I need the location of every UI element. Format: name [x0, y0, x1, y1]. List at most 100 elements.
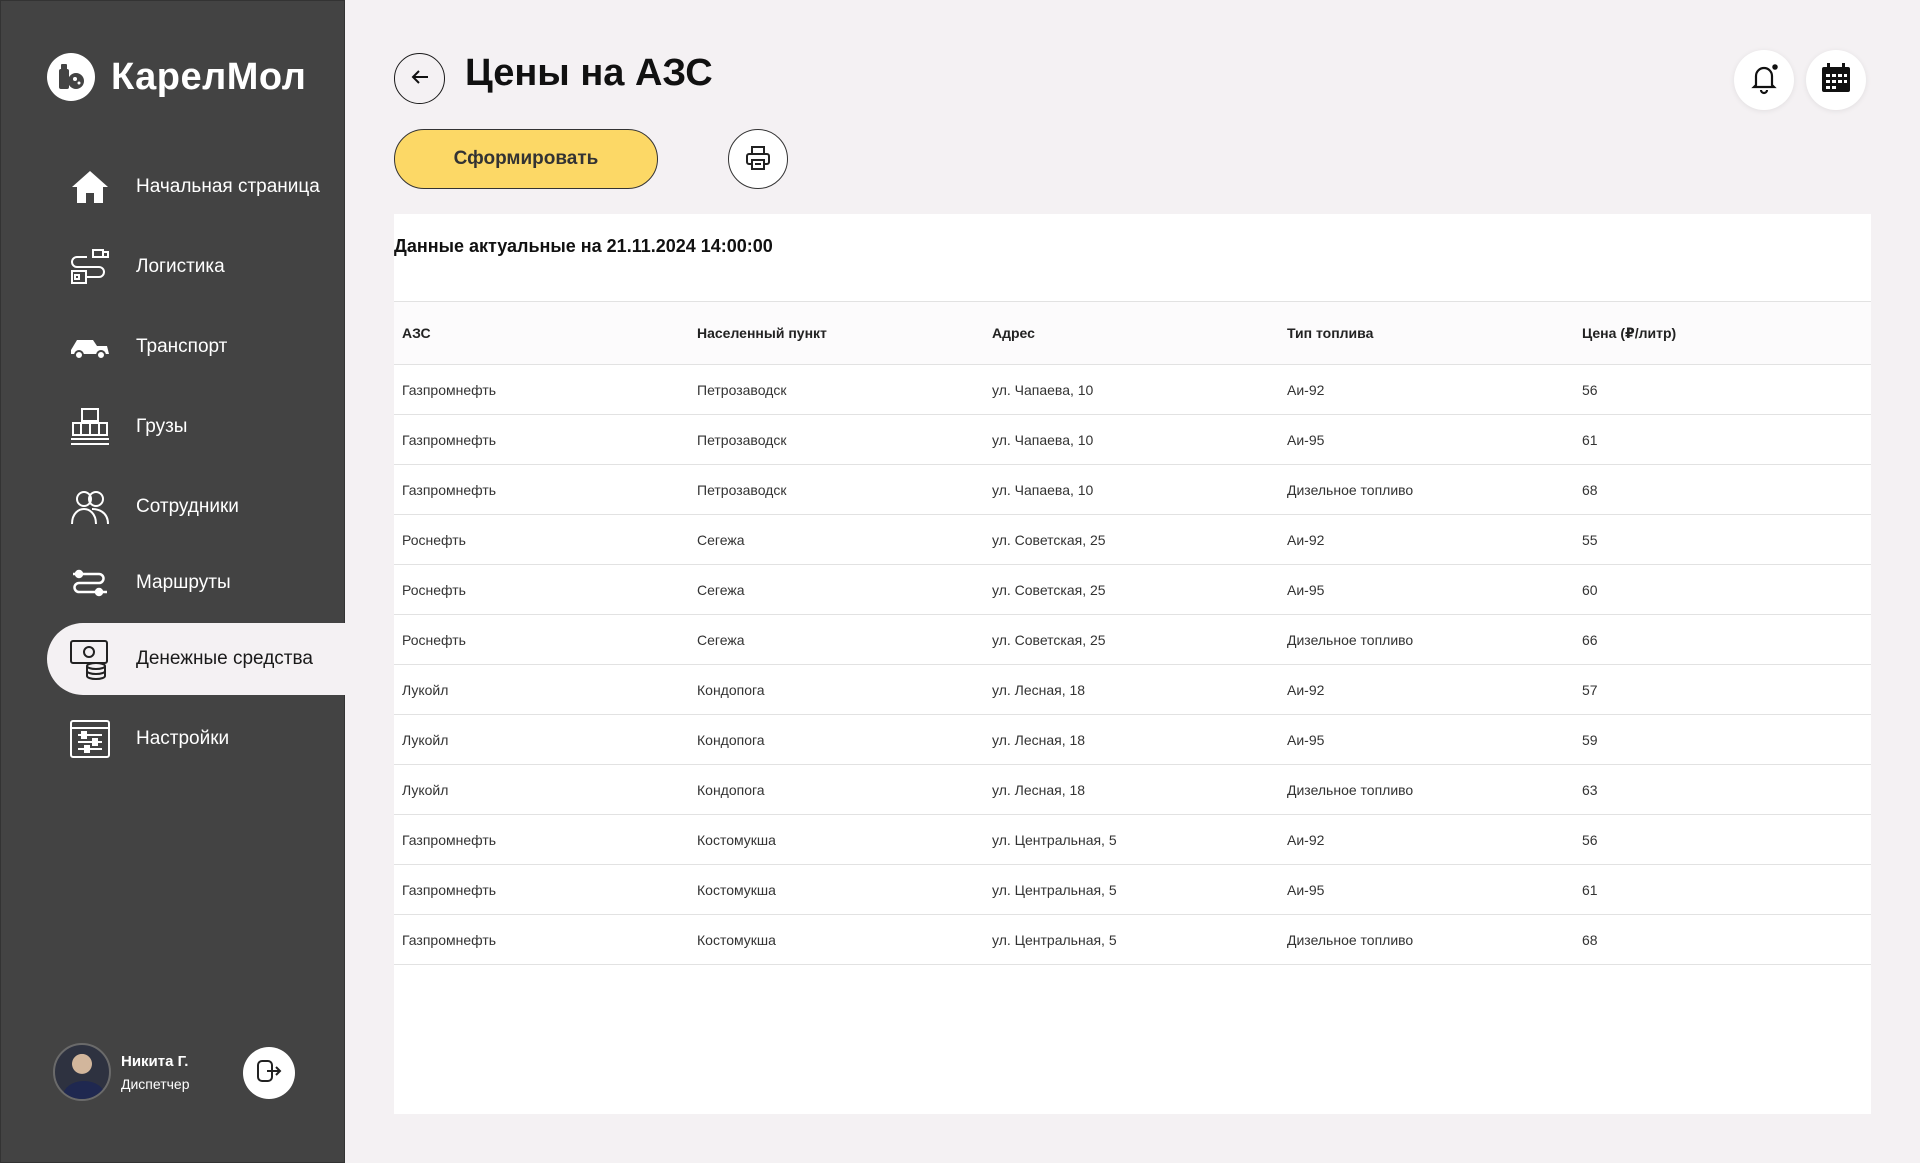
table-cell: Газпромнефть [394, 464, 689, 515]
logout-button[interactable] [243, 1047, 295, 1099]
table-cell: Костомукша [689, 864, 984, 915]
transport-icon [69, 326, 111, 368]
table-row[interactable]: Лукойл Кондопога ул. Лесная, 18 Дизельное т… [394, 764, 1871, 815]
table-cell: Костомукша [689, 814, 984, 865]
table-row[interactable]: Газпромнефть Петрозаводск ул. Чапаева, 10 Д… [394, 464, 1871, 515]
table-cell: Дизельное топливо [1279, 764, 1574, 815]
table-cell: 68 [1574, 914, 1871, 965]
calendar-button[interactable] [1806, 50, 1866, 110]
brand-name: КарелМол [111, 55, 307, 98]
money-icon [69, 638, 111, 680]
table-cell: ул. Советская, 25 [984, 564, 1279, 615]
table-cell: Сегежа [689, 614, 984, 665]
table-cell: Роснефть [394, 564, 689, 615]
sidebar-item-money[interactable]: Денежные средства [47, 623, 346, 695]
user-role: Диспетчер [121, 1075, 190, 1092]
sidebar-item-home[interactable]: Начальная страница [47, 151, 346, 223]
table-cell: Газпромнефть [394, 914, 689, 965]
sidebar-item-employees[interactable]: Сотрудники [47, 471, 346, 543]
table-cell: Аи-92 [1279, 814, 1574, 865]
table-row[interactable]: Газпромнефть Костомукша ул. Центральная, 5… [394, 864, 1871, 915]
table-cell: Роснефть [394, 514, 689, 565]
logistics-icon [69, 246, 111, 288]
fuel-prices-table: АЗС Населенный пункт Адрес Тип топлива Ц… [394, 301, 1871, 965]
notifications-button[interactable] [1734, 50, 1794, 110]
table-cell: Аи-95 [1279, 864, 1574, 915]
brand-logo-icon [47, 53, 95, 101]
cargo-icon [69, 406, 111, 448]
back-button[interactable] [394, 53, 445, 104]
printer-icon [744, 144, 772, 175]
data-timestamp: Данные актуальные на 21.11.2024 14:00:00 [394, 236, 773, 256]
table-cell: 66 [1574, 614, 1871, 665]
sidebar-item-cargo[interactable]: Грузы [47, 391, 346, 463]
table-cell: 59 [1574, 714, 1871, 765]
table-cell: Лукойл [394, 764, 689, 815]
table-cell: ул. Лесная, 18 [984, 714, 1279, 765]
table-cell: Аи-95 [1279, 414, 1574, 465]
table-row[interactable]: Газпромнефть Костомукша ул. Центральная, 5… [394, 814, 1871, 865]
table-cell: ул. Чапаева, 10 [984, 364, 1279, 415]
table-cell: ул. Советская, 25 [984, 514, 1279, 565]
table-cell: 68 [1574, 464, 1871, 515]
column-header[interactable]: Цена (₽/литр) [1574, 301, 1871, 365]
column-header[interactable]: Тип топлива [1279, 301, 1574, 365]
table-row[interactable]: Роснефть Сегежа ул. Советская, 25 Аи-95 60 [394, 564, 1871, 615]
sidebar-item-logistics[interactable]: Логистика [47, 231, 346, 303]
table-header-row: АЗС Населенный пункт Адрес Тип топлива Ц… [394, 301, 1871, 365]
table-cell: 56 [1574, 364, 1871, 415]
column-header[interactable]: Населенный пункт [689, 301, 984, 365]
table-row[interactable]: Роснефть Сегежа ул. Советская, 25 Дизельное… [394, 614, 1871, 665]
table-cell: Газпромнефть [394, 864, 689, 915]
table-cell: 61 [1574, 864, 1871, 915]
brand[interactable]: КарелМол [47, 53, 306, 101]
table-row[interactable]: Газпромнефть Петрозаводск ул. Чапаева, 10 А… [394, 364, 1871, 415]
calendar-icon [1819, 61, 1853, 100]
routes-icon [69, 562, 111, 604]
table-cell: Дизельное топливо [1279, 464, 1574, 515]
sidebar-item-label: Сотрудники [136, 496, 239, 517]
sidebar-item-label: Транспорт [136, 336, 228, 357]
home-icon [69, 166, 111, 208]
settings-icon [69, 718, 111, 760]
employees-icon [69, 486, 111, 528]
user-profile[interactable]: Никита Г. Диспетчер [53, 1043, 189, 1101]
column-header[interactable]: Адрес [984, 301, 1279, 365]
sidebar-item-label: Денежные средства [136, 648, 313, 669]
sidebar: КарелМол Начальная страница Логистика Тр… [0, 0, 346, 1163]
sidebar-item-routes[interactable]: Маршруты [47, 547, 346, 619]
bell-icon [1747, 61, 1781, 100]
table-cell: Аи-92 [1279, 664, 1574, 715]
sidebar-item-label: Логистика [136, 256, 225, 277]
sidebar-item-settings[interactable]: Настройки [47, 703, 346, 775]
arrow-left-icon [409, 66, 431, 91]
table-row[interactable]: Лукойл Кондопога ул. Лесная, 18 Аи-95 59 [394, 714, 1871, 765]
table-cell: ул. Советская, 25 [984, 614, 1279, 665]
table-cell: 55 [1574, 514, 1871, 565]
table-cell: ул. Центральная, 5 [984, 864, 1279, 915]
table-row[interactable]: Лукойл Кондопога ул. Лесная, 18 Аи-92 57 [394, 664, 1871, 715]
column-header[interactable]: АЗС [394, 301, 689, 365]
table-cell: 63 [1574, 764, 1871, 815]
print-button[interactable] [728, 129, 788, 189]
table-cell: Петрозаводск [689, 414, 984, 465]
avatar [53, 1043, 111, 1101]
table-cell: Аи-95 [1279, 564, 1574, 615]
table-cell: ул. Центральная, 5 [984, 914, 1279, 965]
prices-card: Данные актуальные на 21.11.2024 14:00:00… [394, 214, 1871, 1114]
table-cell: 57 [1574, 664, 1871, 715]
sidebar-item-transport[interactable]: Транспорт [47, 311, 346, 383]
table-cell: Аи-92 [1279, 364, 1574, 415]
table-cell: Газпромнефть [394, 814, 689, 865]
user-name: Никита Г. [121, 1052, 189, 1070]
table-cell: Лукойл [394, 714, 689, 765]
table-row[interactable]: Роснефть Сегежа ул. Советская, 25 Аи-92 55 [394, 514, 1871, 565]
table-row[interactable]: Газпромнефть Петрозаводск ул. Чапаева, 10 А… [394, 414, 1871, 465]
table-cell: Дизельное топливо [1279, 614, 1574, 665]
table-cell: Аи-95 [1279, 714, 1574, 765]
table-cell: Петрозаводск [689, 464, 984, 515]
generate-button[interactable]: Сформировать [394, 129, 658, 189]
table-row[interactable]: Газпромнефть Костомукша ул. Центральная, 5… [394, 914, 1871, 965]
table-cell: Газпромнефть [394, 364, 689, 415]
table-cell: Аи-92 [1279, 514, 1574, 565]
